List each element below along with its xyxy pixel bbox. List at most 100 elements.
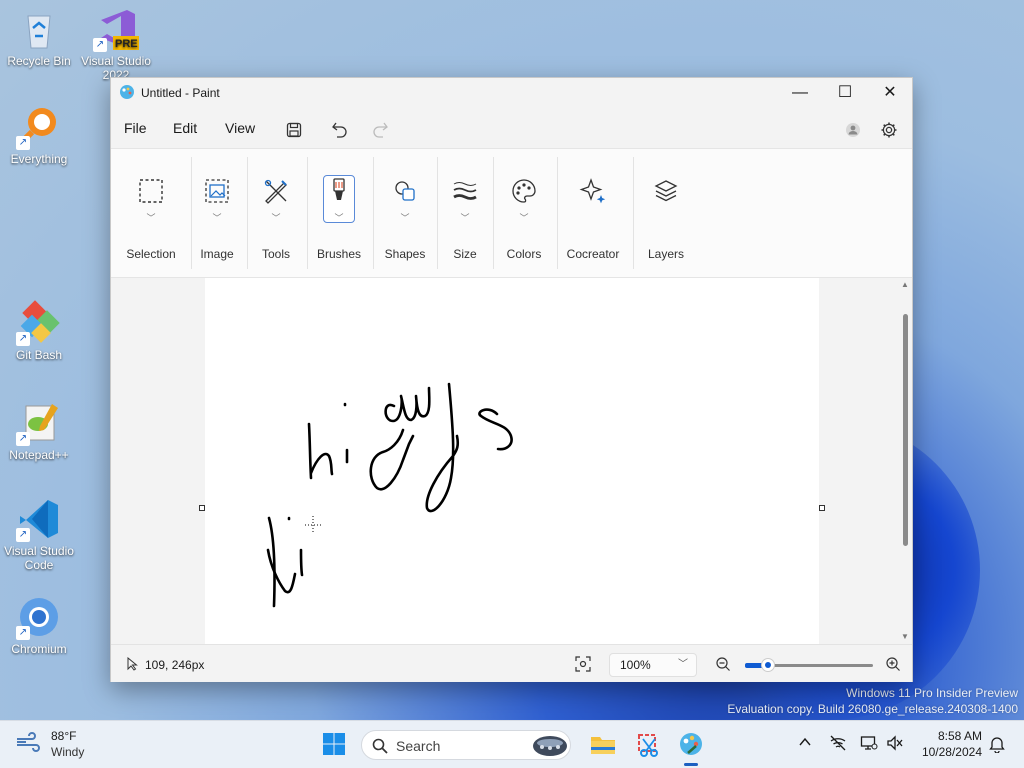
ribbon-label: Layers	[647, 247, 685, 261]
snipping-tool-icon[interactable]	[635, 731, 663, 759]
desktop-icon-label: Notepad++	[9, 448, 69, 462]
taskbar-search[interactable]: Search	[361, 730, 571, 760]
search-highlight-icon	[533, 736, 567, 756]
chevron-down-icon: ﹀	[519, 213, 529, 223]
ribbon-label: Tools	[261, 247, 290, 261]
desktop-icon-chromium[interactable]: ↗ Chromium	[1, 594, 77, 656]
vertical-scrollbar[interactable]: ▲ ▼	[898, 278, 912, 644]
status-bar: 109, 246px 100% ﹀	[111, 644, 912, 682]
fit-to-window-icon[interactable]	[575, 656, 591, 672]
shapes-icon	[395, 181, 415, 201]
account-icon[interactable]	[839, 116, 867, 144]
notification-bell-icon[interactable]	[989, 735, 1005, 756]
layers-icon	[654, 180, 678, 202]
shortcut-arrow-icon: ↗	[16, 528, 30, 542]
ribbon-selection[interactable]: ﹀ Selection	[117, 149, 185, 277]
desktop-icon-vscode[interactable]: ↗ Visual Studio Code	[1, 496, 77, 572]
ribbon-size[interactable]: ﹀ Size	[441, 149, 489, 277]
ribbon-divider	[437, 157, 438, 269]
desktop-icon-git-bash[interactable]: ↗ Git Bash	[1, 300, 77, 362]
drawing-canvas[interactable]	[205, 278, 819, 644]
palette-icon	[512, 179, 536, 203]
paint-taskbar-icon[interactable]	[678, 731, 706, 759]
freehand-drawing	[266, 382, 513, 608]
ribbon-brushes[interactable]: ﹀ Brushes	[311, 149, 367, 277]
canvas-workspace: ▲ ▼	[111, 278, 912, 644]
resize-handle-left[interactable]	[199, 505, 205, 511]
cursor-pointer-icon	[127, 657, 138, 671]
file-explorer-icon[interactable]	[589, 731, 617, 759]
cursor-position: 109, 246px	[145, 658, 205, 672]
weather-widget[interactable]: 88°F Windy	[14, 729, 84, 762]
scrollbar-thumb[interactable]	[903, 314, 908, 546]
ribbon-image[interactable]: ﹀ Image	[193, 149, 241, 277]
ribbon: ﹀ Selection ﹀ Image ﹀ Tools ﹀ Brushes ﹀ …	[111, 148, 912, 278]
network-offline-icon[interactable]	[829, 735, 847, 754]
resize-handle-right[interactable]	[819, 505, 825, 511]
chevron-down-icon: ﹀	[334, 213, 344, 223]
desktop-icon-label: Recycle Bin	[7, 54, 71, 68]
menu-bar: File Edit View	[111, 110, 912, 146]
zoom-slider-thumb[interactable]	[761, 658, 776, 672]
ribbon-layers[interactable]: Layers	[637, 149, 695, 277]
taskbar: 88°F Windy Search 8:58 AM 10/28/2024	[0, 720, 1024, 768]
clock-time: 8:58 AM	[937, 729, 982, 743]
search-icon	[372, 738, 388, 754]
chevron-down-icon: ﹀	[460, 213, 470, 223]
scroll-up-icon[interactable]: ▲	[900, 280, 910, 289]
paint-window: Untitled - Paint — ☐ ✕ File Edit View ﹀ …	[110, 77, 913, 682]
menu-edit[interactable]: Edit	[173, 120, 197, 136]
tray-overflow-chevron-icon[interactable]	[798, 735, 812, 752]
ribbon-tools[interactable]: ﹀ Tools	[251, 149, 301, 277]
desktop-icon-notepad-plus-plus[interactable]: ↗ Notepad++	[1, 400, 77, 462]
save-icon[interactable]	[280, 116, 308, 144]
ribbon-cocreator[interactable]: Cocreator	[559, 149, 627, 277]
scroll-down-icon[interactable]: ▼	[900, 632, 910, 641]
visual-studio-icon: PRE ↗	[93, 6, 139, 52]
ribbon-label: Colors	[506, 247, 542, 261]
menu-view[interactable]: View	[225, 120, 255, 136]
ribbon-label: Image	[200, 247, 234, 261]
maximize-button[interactable]: ☐	[822, 78, 868, 108]
ribbon-divider	[373, 157, 374, 269]
image-icon	[205, 179, 229, 203]
shortcut-arrow-icon: ↗	[93, 38, 107, 52]
zoom-out-icon[interactable]	[715, 656, 731, 672]
desktop-icon-recycle-bin[interactable]: Recycle Bin	[1, 6, 77, 68]
weather-temperature: 88°F	[51, 729, 77, 743]
start-windows-icon[interactable]	[321, 731, 349, 759]
ribbon-divider	[557, 157, 558, 269]
menu-file[interactable]: File	[124, 120, 147, 136]
zoom-dropdown[interactable]: 100% ﹀	[609, 653, 697, 677]
wind-icon	[17, 732, 40, 752]
desktop-icon-label: Visual Studio Code	[4, 544, 74, 572]
ribbon-colors[interactable]: ﹀ Colors	[495, 149, 553, 277]
recycle-bin-icon	[16, 6, 62, 52]
desktop-icon-everything[interactable]: ↗ Everything	[1, 104, 77, 166]
desktop-icon-label: Git Bash	[15, 348, 63, 362]
ribbon-shapes[interactable]: ﹀ Shapes	[377, 149, 433, 277]
git-bash-icon: ↗	[16, 300, 62, 346]
settings-gear-icon[interactable]	[875, 116, 903, 144]
shortcut-arrow-icon: ↗	[16, 626, 30, 640]
system-clock[interactable]: 8:58 AM 10/28/2024	[922, 728, 982, 760]
chevron-down-icon: ﹀	[212, 213, 222, 223]
zoom-in-icon[interactable]	[885, 656, 901, 672]
close-button[interactable]: ✕	[867, 78, 913, 108]
watermark-line1: Windows 11 Pro Insider Preview	[846, 686, 1018, 700]
redo-icon[interactable]	[366, 116, 394, 144]
ribbon-divider	[307, 157, 308, 269]
minimize-button[interactable]: —	[777, 78, 823, 108]
display-icon[interactable]	[860, 735, 878, 754]
ribbon-label: Size	[453, 247, 477, 261]
ribbon-divider	[633, 157, 634, 269]
clock-date: 10/28/2024	[921, 745, 982, 759]
title-bar[interactable]: Untitled - Paint — ☐ ✕	[111, 78, 912, 108]
undo-icon[interactable]	[326, 116, 354, 144]
window-title: Untitled - Paint	[141, 86, 220, 100]
ribbon-divider	[247, 157, 248, 269]
selection-icon	[139, 179, 163, 203]
desktop-icon-visual-studio[interactable]: PRE ↗ Visual Studio 2022	[78, 6, 154, 82]
volume-muted-icon[interactable]	[886, 735, 904, 754]
ribbon-label: Shapes	[384, 247, 426, 261]
